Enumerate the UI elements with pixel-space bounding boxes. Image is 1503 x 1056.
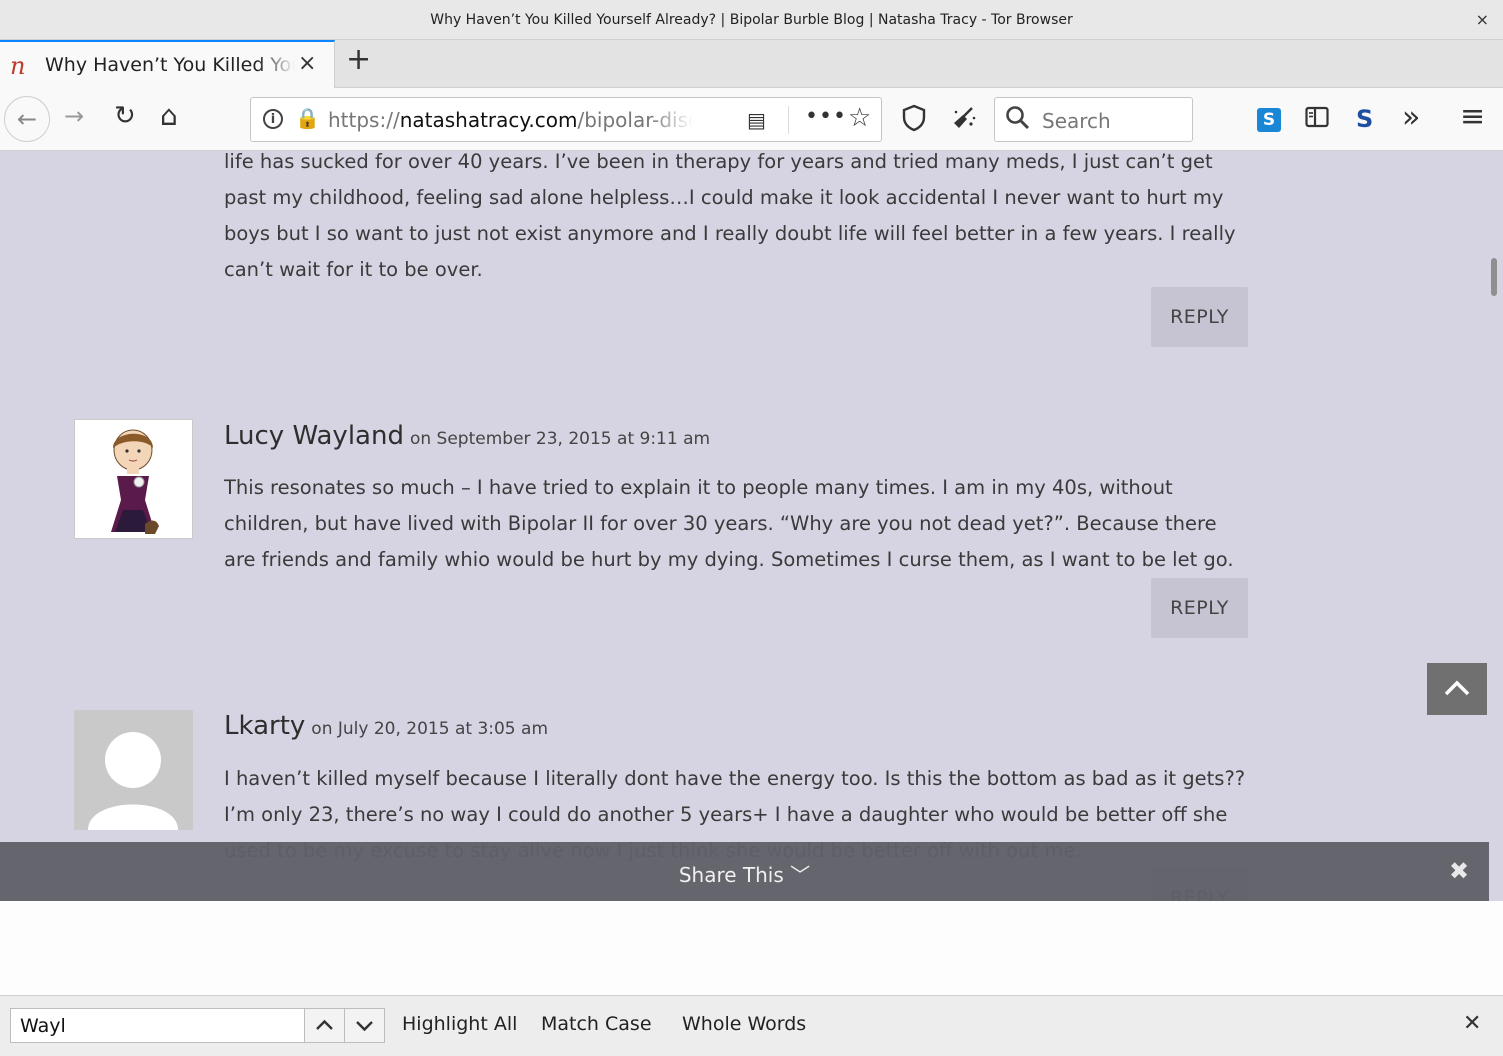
url-text[interactable]: https://natashatracy.com/bipolar-disorde… [328,108,693,132]
find-next-button[interactable] [344,1008,385,1043]
window-title: Why Haven’t You Killed Yourself Already?… [430,12,1073,28]
extension-s-navy-icon[interactable]: S [1356,105,1373,133]
comment-author-name[interactable]: Lucy Wayland [224,421,404,451]
comment-author: Lkarty on July 20, 2015 at 3:05 am [224,711,548,741]
find-input[interactable] [10,1008,305,1043]
share-bar[interactable]: Share This ﹀ ✖ [0,842,1489,901]
back-button[interactable]: ← [4,96,50,142]
highlight-all-toggle[interactable]: Highlight All [402,1013,517,1035]
url-host: natashatracy.com [399,108,578,132]
site-info-icon[interactable]: i [263,109,283,129]
lock-icon: 🔒 [295,106,320,130]
comment-author: Lucy Wayland on September 23, 2015 at 9:1… [224,421,710,451]
find-previous-button[interactable] [304,1008,345,1043]
reply-button[interactable]: REPLY [1151,578,1248,638]
url-path: /bipolar-disorder [577,108,693,132]
page-actions-icon[interactable]: ••• [805,104,847,129]
reply-button-previous[interactable]: REPLY [1151,287,1248,347]
find-close-icon[interactable]: ✕ [1463,1011,1481,1036]
navigation-toolbar: ← → ↻ ⌂ i 🔒 https://natashatracy.com/bip… [0,88,1503,151]
blank-area [0,901,1503,995]
page-content: life has sucked for over 40 years. I’ve … [0,151,1489,901]
tab-title: Why Haven’t You Killed Yourself Already? [45,54,295,76]
window-titlebar: Why Haven’t You Killed Yourself Already?… [0,0,1503,40]
url-divider [788,106,789,134]
tab-strip: n Why Haven’t You Killed Yourself Alread… [0,40,1503,88]
back-to-top-button[interactable] [1427,663,1487,715]
reload-button[interactable]: ↻ [114,101,136,131]
scrollbar-thumb[interactable] [1491,258,1497,296]
url-scheme: https:// [328,108,400,132]
home-button[interactable]: ⌂ [160,99,178,132]
comment-text-previous: life has sucked for over 40 years. I’ve … [224,151,1236,281]
search-icon [1005,105,1031,137]
reader-view-icon[interactable]: ▤ [747,108,766,132]
tab-close-icon[interactable]: × [298,51,316,76]
avatar-default [74,710,193,830]
bookmark-star-icon[interactable]: ☆ [848,103,871,133]
avatar [74,419,193,539]
find-bar: Highlight All Match Case Whole Words ✕ [0,995,1503,1056]
forward-button[interactable]: → [64,102,84,130]
comment-date[interactable]: on July 20, 2015 at 3:05 am [311,719,548,739]
new-identity-broom-icon[interactable] [950,104,978,138]
share-label[interactable]: Share This ﹀ [0,859,1489,888]
chevron-down-icon: ﹀ [790,863,811,887]
extension-s-blue-icon[interactable]: S [1257,108,1281,132]
tab-active[interactable]: n Why Haven’t You Killed Yourself Alread… [0,40,335,88]
comment-date[interactable]: on September 23, 2015 at 9:11 am [410,429,710,449]
whole-words-toggle[interactable]: Whole Words [682,1013,806,1035]
comment-text: This resonates so much – I have tried to… [224,476,1234,571]
hamburger-menu-icon[interactable]: ≡ [1460,99,1485,134]
shield-icon[interactable] [902,104,926,138]
toolbar-overflow-icon[interactable]: » [1402,100,1420,135]
search-box[interactable]: Search [994,97,1193,142]
site-favicon-icon: n [10,52,26,80]
match-case-toggle[interactable]: Match Case [541,1013,652,1035]
search-placeholder: Search [1042,109,1111,133]
share-close-icon[interactable]: ✖ [1449,857,1469,885]
comment-author-name[interactable]: Lkarty [224,711,305,741]
sidebar-toggle-icon[interactable] [1305,105,1329,135]
new-tab-button[interactable]: + [346,42,371,77]
share-label-text: Share This [678,863,784,887]
window-close-icon[interactable]: × [1476,10,1489,29]
url-bar[interactable]: i 🔒 https://natashatracy.com/bipolar-dis… [250,97,882,142]
